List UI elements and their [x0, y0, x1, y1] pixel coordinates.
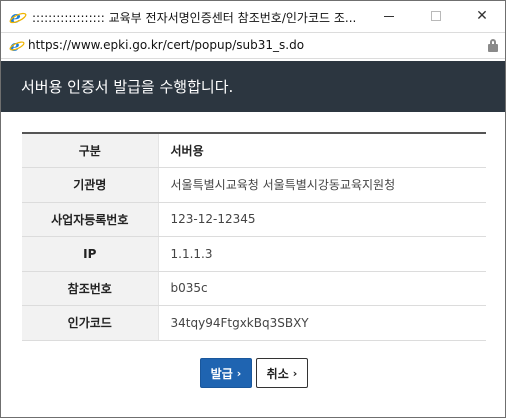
page-title: 서버용 인증서 발급을 수행합니다.	[21, 78, 234, 96]
issue-button-label: 발급	[210, 366, 233, 381]
page-header: 서버용 인증서 발급을 수행합니다.	[1, 61, 505, 112]
maximize-icon	[431, 11, 441, 21]
table-row: IP 1.1.1.3	[22, 236, 486, 272]
minimize-button[interactable]	[367, 1, 411, 31]
chevron-right-icon: ›	[236, 366, 242, 380]
ie-logo-icon: e	[9, 8, 27, 26]
table-row: 인가코드 34tqy94FtgxkBq3SBXY	[22, 305, 486, 341]
popup-window: e :::::::::::::::::: 교육부 전자서명인증센터 참조번호/인…	[0, 0, 506, 418]
svg-text:e: e	[10, 37, 20, 53]
table-row: 참조번호 b035c	[22, 271, 486, 306]
title-bar: e :::::::::::::::::: 교육부 전자서명인증센터 참조번호/인…	[1, 1, 505, 32]
ie-page-icon: e	[9, 37, 25, 53]
table-row: 구분 서버용	[22, 133, 486, 168]
row-value: 서울특별시교육청 서울특별시강동교육지원청	[157, 167, 486, 203]
minimize-icon	[384, 15, 394, 17]
row-label: 사업자등록번호	[22, 202, 158, 237]
close-icon: ✕	[476, 8, 488, 24]
row-value: 34tqy94FtgxkBq3SBXY	[157, 305, 486, 341]
row-label: 참조번호	[22, 271, 158, 306]
cancel-button[interactable]: 취소 ›	[256, 358, 308, 388]
address-bar: e https://www.epki.go.kr/cert/popup/sub3…	[1, 32, 505, 59]
table-row: 사업자등록번호 123-12-12345	[22, 202, 486, 237]
row-value: b035c	[157, 271, 486, 306]
url-field[interactable]: https://www.epki.go.kr/cert/popup/sub31_…	[28, 38, 304, 52]
row-value: 123-12-12345	[157, 202, 486, 237]
issue-button[interactable]: 발급 ›	[200, 358, 252, 388]
window-title: :::::::::::::::::: 교육부 전자서명인증센터 참조번호/인가코…	[32, 11, 357, 25]
row-value: 1.1.1.3	[157, 236, 486, 272]
maximize-button[interactable]	[414, 1, 458, 31]
certificate-info-table: 구분 서버용 기관명 서울특별시교육청 서울특별시강동교육지원청 사업자등록번호…	[22, 132, 486, 341]
row-label: 구분	[22, 133, 158, 168]
cancel-button-label: 취소	[266, 366, 289, 381]
row-label: 인가코드	[22, 305, 158, 341]
row-value: 서버용	[157, 133, 486, 168]
close-button[interactable]: ✕	[460, 1, 504, 31]
row-label: IP	[22, 236, 158, 272]
chevron-right-icon: ›	[292, 366, 298, 380]
lock-icon	[488, 39, 498, 52]
row-label: 기관명	[22, 167, 158, 203]
table-row: 기관명 서울특별시교육청 서울특별시강동교육지원청	[22, 167, 486, 203]
